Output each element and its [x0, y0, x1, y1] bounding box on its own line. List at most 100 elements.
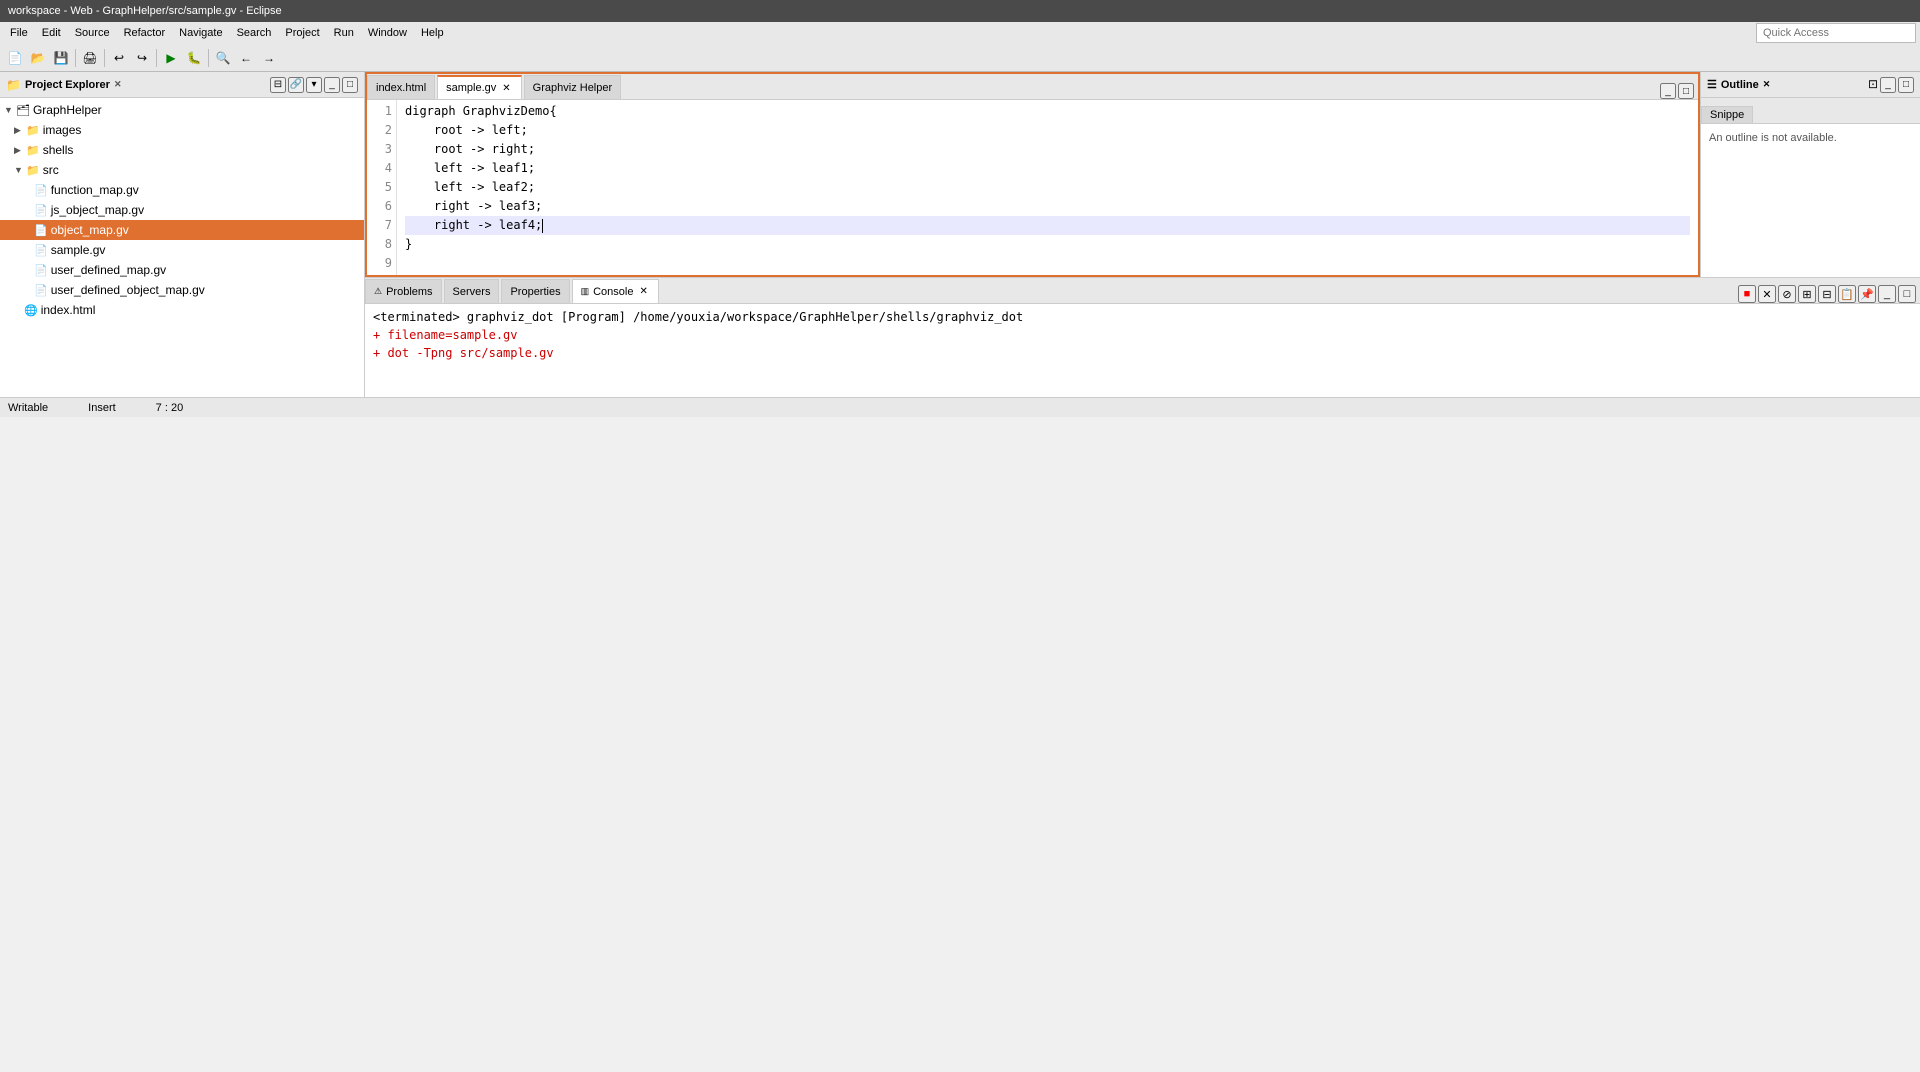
console-maximize-btn[interactable]: □: [1898, 285, 1916, 303]
status-position: 7 : 20: [156, 402, 184, 414]
console-stop-btn[interactable]: ■: [1738, 285, 1756, 303]
menu-source[interactable]: Source: [69, 25, 116, 41]
expand-graphhelper: ▼: [4, 105, 14, 115]
quick-access-input[interactable]: [1756, 23, 1916, 43]
outline-minimize-btn[interactable]: _: [1880, 77, 1896, 93]
editor-actions: _ □: [1660, 83, 1698, 99]
tab-icon-problems: ⚠: [374, 286, 382, 297]
console-tabs: ⚠ Problems Servers Properties ▥ Console …: [365, 278, 1920, 304]
menu-window[interactable]: Window: [362, 25, 413, 41]
code-line-3: root -> right;: [405, 140, 1690, 159]
text-cursor: [542, 219, 543, 233]
status-mode: Insert: [88, 402, 116, 414]
code-line-9: [405, 254, 1690, 273]
expand-src: ▼: [14, 165, 24, 175]
tree-item-js-object-map[interactable]: 📄 js_object_map.gv: [0, 200, 364, 220]
line-num-9: 9: [367, 254, 392, 273]
code-line-5: left -> leaf2;: [405, 178, 1690, 197]
menu-help[interactable]: Help: [415, 25, 450, 41]
forward-btn[interactable]: →: [258, 47, 280, 69]
search-btn[interactable]: 🔍: [212, 47, 234, 69]
file-icon-object-map: 📄: [34, 224, 48, 237]
workspace: 📁 Project Explorer ✕ ⊟ 🔗 ▾ _ □ ▼ 🗂 Graph…: [0, 72, 1920, 397]
tab-properties[interactable]: Properties: [501, 279, 569, 303]
tab-servers[interactable]: Servers: [444, 279, 500, 303]
tree-item-function-map[interactable]: 📄 function_map.gv: [0, 180, 364, 200]
tree-item-shells[interactable]: ▶ 📁 shells: [0, 140, 364, 160]
menu-search[interactable]: Search: [231, 25, 278, 41]
console-btn6[interactable]: 📋: [1838, 285, 1856, 303]
debug-btn[interactable]: 🐛: [183, 47, 205, 69]
snippe-tab-area: Snippe: [1701, 98, 1920, 124]
tree-item-graphhelper[interactable]: ▼ 🗂 GraphHelper: [0, 100, 364, 120]
pe-header-actions: ⊟ 🔗 ▾ _ □: [270, 77, 358, 93]
tree-item-src[interactable]: ▼ 📁 src: [0, 160, 364, 180]
console-btn4[interactable]: ⊞: [1798, 285, 1816, 303]
tab-graphviz-helper[interactable]: Graphviz Helper: [524, 75, 621, 99]
outline-title-text: Outline: [1721, 79, 1759, 91]
file-icon-index-html: 🌐: [24, 304, 38, 317]
pe-title-text: Project Explorer: [25, 79, 110, 91]
undo-btn[interactable]: ↩: [108, 47, 130, 69]
menu-file[interactable]: File: [4, 25, 34, 41]
pe-minimize-btn[interactable]: _: [324, 77, 340, 93]
run-btn[interactable]: ▶: [160, 47, 182, 69]
tree-item-object-map[interactable]: 📄 object_map.gv: [0, 220, 364, 240]
menu-run[interactable]: Run: [328, 25, 360, 41]
status-writable: Writable: [8, 402, 48, 414]
tab-label-console: Console: [593, 286, 633, 298]
tab-problems[interactable]: ⚠ Problems: [365, 279, 442, 303]
console-btn5[interactable]: ⊟: [1818, 285, 1836, 303]
tab-label-servers: Servers: [453, 286, 491, 298]
tab-label-index-html: index.html: [376, 82, 426, 94]
open-btn[interactable]: 📂: [27, 47, 49, 69]
print-btn[interactable]: 🖨: [79, 47, 101, 69]
back-btn[interactable]: ←: [235, 47, 257, 69]
tree-item-images[interactable]: ▶ 📁 images: [0, 120, 364, 140]
tree-item-user-defined-map[interactable]: 📄 user_defined_map.gv: [0, 260, 364, 280]
tab-console[interactable]: ▥ Console ✕: [572, 279, 659, 303]
tree-item-index-html[interactable]: 🌐 index.html: [0, 300, 364, 320]
tab-label-graphviz-helper: Graphviz Helper: [533, 82, 612, 94]
tree-item-user-defined-object-map[interactable]: 📄 user_defined_object_map.gv: [0, 280, 364, 300]
save-btn[interactable]: 💾: [50, 47, 72, 69]
tree-label-shells: shells: [43, 143, 74, 157]
tab-label-sample-gv: sample.gv: [446, 82, 496, 94]
console-clear-btn[interactable]: ⊘: [1778, 285, 1796, 303]
pe-view-menu-btn[interactable]: ▾: [306, 77, 322, 93]
project-explorer: 📁 Project Explorer ✕ ⊟ 🔗 ▾ _ □ ▼ 🗂 Graph…: [0, 72, 365, 397]
tree-label-object-map: object_map.gv: [51, 223, 129, 237]
code-editor[interactable]: digraph GraphvizDemo{ root -> left; root…: [397, 100, 1698, 275]
menu-navigate[interactable]: Navigate: [173, 25, 228, 41]
tab-close-console[interactable]: ✕: [637, 286, 649, 297]
editor-maximize-btn[interactable]: □: [1678, 83, 1694, 99]
menu-refactor[interactable]: Refactor: [118, 25, 172, 41]
file-icon-function-map: 📄: [34, 184, 48, 197]
editor-minimize-btn[interactable]: _: [1660, 83, 1676, 99]
pe-collapse-btn[interactable]: ⊟: [270, 77, 286, 93]
project-explorer-header: 📁 Project Explorer ✕ ⊟ 🔗 ▾ _ □: [0, 72, 364, 98]
outline-content: An outline is not available.: [1701, 124, 1920, 277]
pe-link-btn[interactable]: 🔗: [288, 77, 304, 93]
pe-maximize-btn[interactable]: □: [342, 77, 358, 93]
console-minimize-btn[interactable]: _: [1878, 285, 1896, 303]
project-explorer-title: 📁 Project Explorer ✕: [6, 78, 121, 92]
console-btn7[interactable]: 📌: [1858, 285, 1876, 303]
tab-index-html[interactable]: index.html: [367, 75, 435, 99]
console-text-3: + dot -Tpng src/sample.gv: [373, 346, 554, 360]
tree-item-sample-gv[interactable]: 📄 sample.gv: [0, 240, 364, 260]
outline-maximize-btn[interactable]: □: [1898, 77, 1914, 93]
tab-sample-gv[interactable]: sample.gv ✕: [437, 75, 522, 99]
console-remove-btn[interactable]: ✕: [1758, 285, 1776, 303]
tab-close-sample-gv[interactable]: ✕: [500, 83, 512, 94]
menu-edit[interactable]: Edit: [36, 25, 67, 41]
tree-label-sample-gv: sample.gv: [51, 243, 106, 257]
sep4: [208, 49, 209, 67]
editor-content[interactable]: 1 2 3 4 5 6 7 8 9 digraph GraphvizDemo{ …: [367, 100, 1698, 275]
folder-icon-images: 📁: [26, 124, 40, 137]
menu-project[interactable]: Project: [279, 25, 325, 41]
console-output: <terminated> graphviz_dot [Program] /hom…: [365, 304, 1920, 397]
new-btn[interactable]: 📄: [4, 47, 26, 69]
snippe-tab[interactable]: Snippe: [1701, 106, 1753, 123]
redo-btn[interactable]: ↪: [131, 47, 153, 69]
